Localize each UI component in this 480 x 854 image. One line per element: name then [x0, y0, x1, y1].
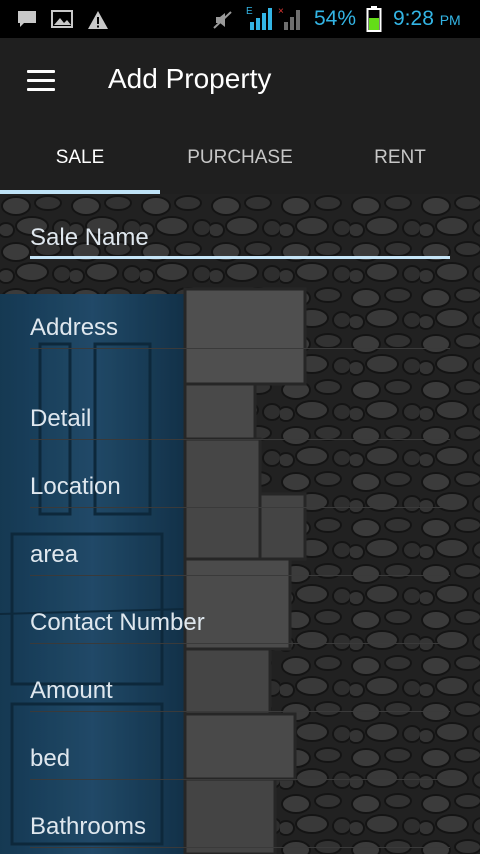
- location-field[interactable]: [30, 467, 450, 507]
- bed-underline: [30, 779, 450, 780]
- address-underline: [30, 348, 450, 349]
- clock-ampm: PM: [439, 12, 461, 28]
- area-underline: [30, 575, 450, 576]
- sale-name-underline: [30, 256, 450, 259]
- amount-underline: [30, 711, 450, 712]
- status-bar: E × 54% 9:28 PM: [0, 0, 480, 38]
- hamburger-menu-icon[interactable]: [22, 66, 62, 96]
- bathrooms-underline: [30, 847, 450, 848]
- location-underline: [30, 507, 450, 508]
- warning-icon: [88, 11, 108, 29]
- clock-time: 9:28: [393, 7, 434, 30]
- contact-number-underline: [30, 643, 450, 644]
- tab-bar: SALE PURCHASE RENT: [0, 124, 480, 194]
- image-icon: [51, 10, 73, 28]
- battery-percent: 54%: [314, 7, 357, 30]
- app-bar: Add Property: [0, 38, 480, 124]
- bed-field[interactable]: [30, 739, 450, 779]
- address-field[interactable]: [30, 308, 450, 348]
- bathrooms-field[interactable]: [30, 807, 450, 847]
- message-icon: [18, 11, 36, 27]
- svg-text:E: E: [246, 6, 253, 17]
- amount-field[interactable]: [30, 671, 450, 711]
- cell-signal-icon: ×: [278, 6, 300, 30]
- svg-text:×: ×: [278, 6, 284, 17]
- wifi-signal-icon: E: [246, 6, 272, 30]
- form-container[interactable]: [0, 194, 480, 854]
- battery-icon: [366, 6, 382, 32]
- sale-name-field[interactable]: [30, 218, 450, 258]
- detail-underline: [30, 439, 450, 440]
- clock: 9:28 PM: [393, 7, 461, 31]
- tab-rent[interactable]: RENT: [320, 124, 480, 194]
- tab-sale[interactable]: SALE: [0, 124, 160, 194]
- tab-purchase[interactable]: PURCHASE: [160, 124, 320, 194]
- contact-number-field[interactable]: [30, 603, 450, 643]
- mute-icon: [213, 11, 232, 29]
- page-title: Add Property: [108, 63, 272, 94]
- area-field[interactable]: [30, 535, 450, 575]
- detail-field[interactable]: [30, 399, 450, 439]
